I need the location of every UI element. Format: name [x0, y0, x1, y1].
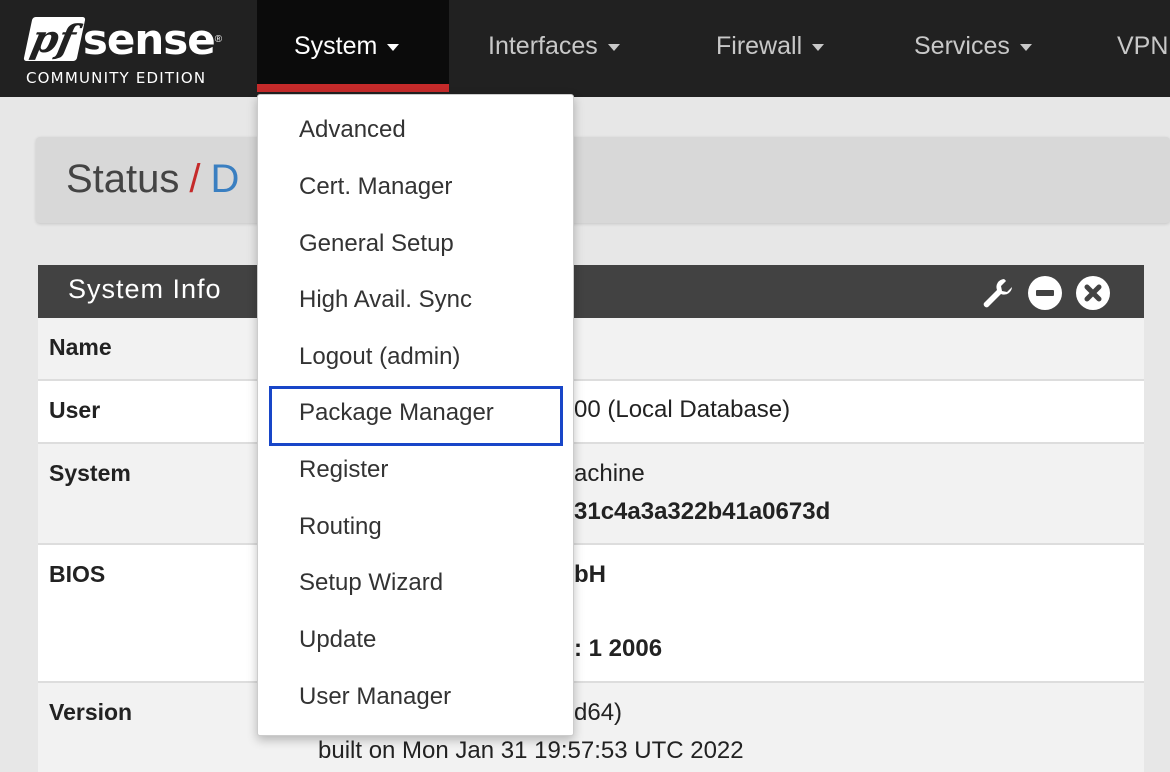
wrench-icon[interactable] [980, 276, 1014, 310]
menu-item-logout[interactable]: Logout (admin) [299, 343, 460, 371]
row-label-version: Version [49, 699, 133, 725]
minus-circle-icon[interactable] [1028, 276, 1062, 310]
breadcrumb-section[interactable]: Status [66, 157, 179, 201]
breadcrumb-separator: / [189, 157, 201, 201]
menu-item-setup-wizard[interactable]: Setup Wizard [299, 569, 443, 597]
menu-item-register[interactable]: Register [299, 456, 388, 484]
menu-item-cert-manager[interactable]: Cert. Manager [299, 173, 452, 201]
logo-pf-badge: pf [23, 16, 86, 61]
nav-system-label: System [294, 31, 378, 60]
table-row-bios: BIOS bH : 1 2006 [38, 545, 1144, 683]
caret-down-icon [387, 43, 400, 51]
table-row-user: User 00 (Local Database) [38, 381, 1144, 444]
caret-down-icon [1019, 43, 1032, 51]
caret-down-icon [607, 43, 620, 51]
menu-item-advanced[interactable]: Advanced [299, 116, 406, 144]
top-navbar: pf sense ® COMMUNITY EDITION System Inte… [0, 0, 1170, 97]
row-value-version-arch: d64) [574, 699, 623, 726]
row-label-user: User [49, 397, 101, 423]
row-label-system: System [49, 460, 131, 486]
nav-interfaces[interactable]: Interfaces [488, 0, 620, 92]
menu-item-general-setup[interactable]: General Setup [299, 230, 454, 258]
logo-edition-text: COMMUNITY EDITION [26, 69, 207, 87]
row-value-bios-date: : 1 2006 [574, 635, 663, 662]
breadcrumb: Status / D [66, 157, 239, 202]
nav-firewall-label: Firewall [716, 31, 803, 60]
nav-active-indicator [257, 84, 449, 92]
logo-sense-text: sense [82, 14, 216, 64]
row-value-version-build: built on Mon Jan 31 19:57:53 UTC 2022 [318, 737, 744, 764]
pfsense-logo[interactable]: pf sense ® COMMUNITY EDITION [23, 12, 238, 88]
nav-system[interactable]: System [257, 0, 449, 92]
row-label-bios: BIOS [49, 561, 106, 587]
widget-header: System Info [38, 265, 1144, 318]
table-row-system: System achine 31c4a3a322b41a0673d [38, 444, 1144, 545]
table-row-name: Name [38, 318, 1144, 381]
menu-item-user-manager[interactable]: User Manager [299, 683, 451, 711]
package-manager-highlight-box [269, 386, 563, 446]
widget-title: System Info [68, 274, 222, 304]
nav-vpn[interactable]: VPN [1117, 0, 1168, 92]
nav-services-label: Services [914, 31, 1010, 60]
close-circle-icon[interactable] [1076, 276, 1110, 310]
table-row-version: Version d64) built on Mon Jan 31 19:57:5… [38, 683, 1144, 772]
caret-down-icon [812, 43, 825, 51]
menu-item-update[interactable]: Update [299, 626, 376, 654]
logo-wordmark: pf sense ® [23, 12, 223, 66]
system-information-widget: System Info Name User 00 (Local Database… [38, 265, 1144, 772]
row-value-user: 00 (Local Database) [574, 396, 791, 423]
row-label-name: Name [49, 334, 112, 360]
menu-item-routing[interactable]: Routing [299, 513, 382, 541]
breadcrumb-panel: Status / D [36, 137, 1170, 223]
nav-firewall[interactable]: Firewall [716, 0, 825, 92]
menu-item-high-avail-sync[interactable]: High Avail. Sync [299, 286, 472, 314]
nav-vpn-label: VPN [1117, 31, 1169, 60]
nav-interfaces-label: Interfaces [488, 31, 598, 60]
row-value-bios-vendor: bH [574, 561, 606, 588]
row-value-system-platform: achine [574, 460, 645, 487]
row-value-system-id: 31c4a3a322b41a0673d [574, 498, 831, 525]
logo-registered-mark: ® [214, 34, 223, 45]
nav-services[interactable]: Services [914, 0, 1032, 92]
breadcrumb-current[interactable]: D [211, 157, 240, 201]
